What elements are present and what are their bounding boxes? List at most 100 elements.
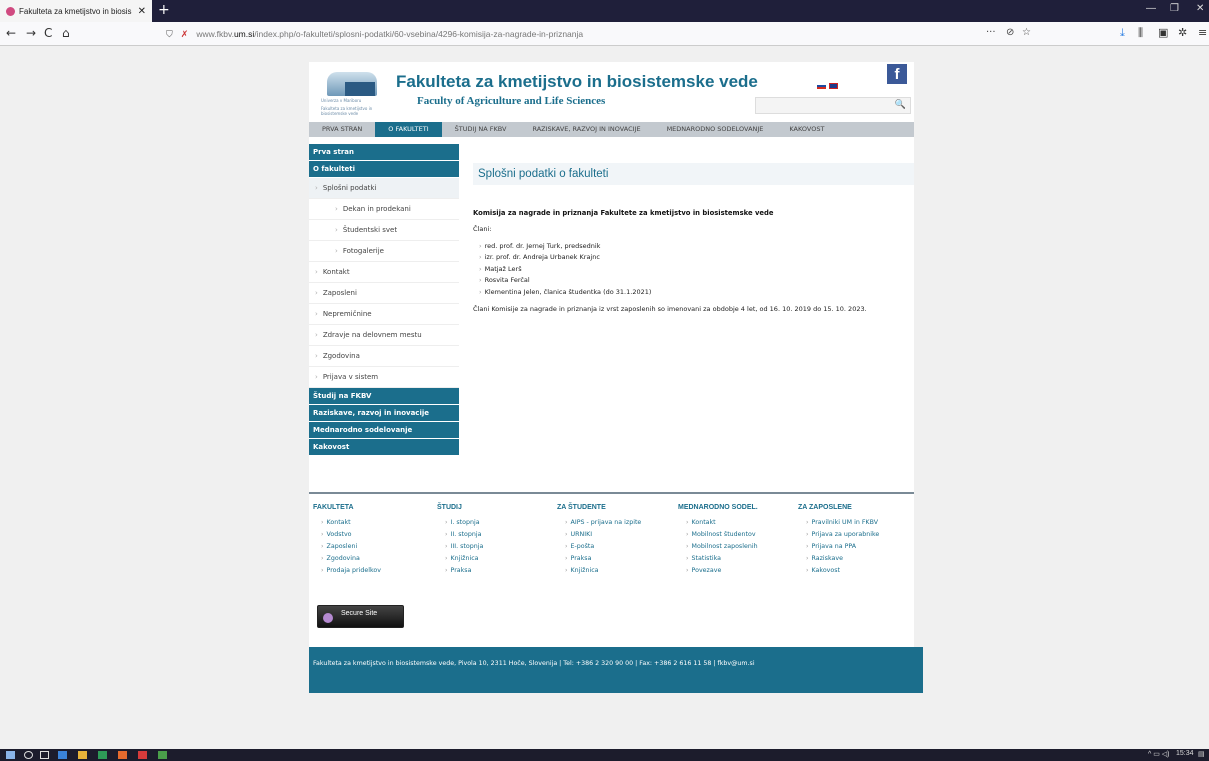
sidebar-item-kontakt[interactable]: › Kontakt	[309, 262, 459, 283]
sidebar-item-zgodovina[interactable]: › Zgodovina	[309, 346, 459, 367]
footer-link[interactable]: › Raziskave	[798, 553, 918, 565]
footer-link[interactable]: › I. stopnja	[437, 517, 557, 529]
search-input[interactable]: 🔍	[755, 97, 911, 114]
footer-link[interactable]: › Kakovost	[798, 565, 918, 577]
sidebar-item-o-fakulteti[interactable]: O fakulteti	[309, 161, 459, 177]
forward-button[interactable]: →	[26, 26, 36, 40]
nav-o-fakulteti[interactable]: O FAKULTETI	[375, 122, 442, 137]
close-window-icon[interactable]: ✕	[1196, 3, 1204, 14]
footer-link[interactable]: › III. stopnja	[437, 541, 557, 553]
home-button[interactable]: ⌂	[62, 26, 70, 40]
pocket-icon[interactable]: ⊘	[1006, 27, 1014, 38]
tab-title: Fakulteta za kmetijstvo in biosis	[19, 6, 132, 16]
bullet-icon: ›	[479, 287, 482, 296]
taskbar-app-icon[interactable]	[158, 751, 167, 759]
task-view-icon[interactable]	[40, 751, 49, 759]
footer-link[interactable]: › Vodstvo	[313, 529, 433, 541]
minimize-icon[interactable]: —	[1146, 3, 1156, 14]
sidebar-item-prva-stran[interactable]: Prva stran	[309, 144, 459, 160]
browser-tab[interactable]: Fakulteta za kmetijstvo in biosis ✕	[0, 0, 152, 22]
footer-link[interactable]: › E-pošta	[557, 541, 677, 553]
site-title[interactable]: Fakulteta za kmetijstvo in biosistemske …	[396, 72, 758, 92]
bookmark-star-icon[interactable]: ☆	[1022, 27, 1031, 38]
sidebar-item-prijava[interactable]: › Prijava v sistem	[309, 367, 459, 388]
sidebar-item-studij[interactable]: Študij na FKBV	[309, 388, 459, 404]
sidebar-item-zaposleni[interactable]: › Zaposleni	[309, 283, 459, 304]
sidebar-item-zdravje[interactable]: › Zdravje na delovnem mestu	[309, 325, 459, 346]
web-page: Univerza v Mariboru Fakulteta za kmetijs…	[309, 62, 914, 692]
sidebar-item-fotogalerije[interactable]: › Fotogalerije	[309, 241, 459, 262]
page-actions-icon[interactable]: ···	[986, 27, 996, 38]
footer-link[interactable]: › URNIKI	[557, 529, 677, 541]
footer-link[interactable]: › Prijava na PPA	[798, 541, 918, 553]
close-tab-icon[interactable]: ✕	[138, 6, 146, 17]
footer-link[interactable]: › Mobilnost študentov	[678, 529, 798, 541]
footer-link[interactable]: › Mobilnost zaposlenih	[678, 541, 798, 553]
nav-studij[interactable]: ŠTUDIJ NA FKBV	[442, 122, 520, 137]
footer-link[interactable]: › Kontakt	[313, 517, 433, 529]
footer-link[interactable]: › Prijava za uporabnike	[798, 529, 918, 541]
footer-divider	[309, 492, 914, 494]
lock-icon[interactable]: ✗	[181, 29, 189, 40]
sidebar-item-splosni[interactable]: › Splošni podatki	[309, 178, 459, 199]
sidebar-item-kakovost[interactable]: Kakovost	[309, 439, 459, 455]
footer-link[interactable]: › Zaposleni	[313, 541, 433, 553]
nav-raziskave[interactable]: RAZISKAVE, RAZVOJ IN INOVACIJE	[519, 122, 653, 137]
footer-link[interactable]: › AIPS - prijava na izpite	[557, 517, 677, 529]
footer-link[interactable]: › Statistika	[678, 553, 798, 565]
members-label: Člani:	[473, 225, 492, 233]
sidebar-item-nepremicnine[interactable]: › Nepremičnine	[309, 304, 459, 325]
footer-link[interactable]: › Knjižnica	[437, 553, 557, 565]
university-logo[interactable]: Univerza v Mariboru Fakulteta za kmetijs…	[317, 68, 385, 118]
url-bar[interactable]: ⛉ ✗ www.fkbv.um.si/index.php/o-fakulteti…	[166, 25, 996, 43]
sidebar-item-label: Kontakt	[322, 268, 350, 276]
sidebar-item-studentski-svet[interactable]: › Študentski svet	[309, 220, 459, 241]
extensions-icon[interactable]: ✲	[1178, 26, 1187, 39]
taskbar-app-icon[interactable]	[98, 751, 107, 759]
footer-link[interactable]: › Kontakt	[678, 517, 798, 529]
footer-col-studij: ŠTUDIJ › I. stopnja › II. stopnja › III. st…	[437, 504, 557, 577]
footer-heading: FAKULTETA	[313, 504, 354, 511]
library-icon[interactable]: ⫼	[1138, 26, 1143, 40]
footer-link[interactable]: › Povezave	[678, 565, 798, 577]
bullet-icon: ›	[565, 567, 568, 574]
taskbar-app-icon[interactable]	[138, 751, 147, 759]
nav-mednarodno[interactable]: MEDNARODNO SODELOVANJE	[654, 122, 777, 137]
reload-button[interactable]: C	[44, 26, 52, 40]
secure-site-badge[interactable]: Secure Site	[317, 605, 404, 628]
footer-link[interactable]: › II. stopnja	[437, 529, 557, 541]
facebook-icon[interactable]: f	[887, 64, 907, 84]
start-icon[interactable]	[6, 751, 15, 759]
footer-link[interactable]: › Praksa	[557, 553, 677, 565]
url-text[interactable]: www.fkbv.um.si/index.php/o-fakulteti/spl…	[196, 29, 583, 39]
nav-prva-stran[interactable]: PRVA STRAN	[309, 122, 375, 137]
sidebar-item-dekan[interactable]: › Dekan in prodekani	[309, 199, 459, 220]
nav-kakovost[interactable]: KAKOVOST	[776, 122, 837, 137]
english-flag-icon[interactable]	[829, 83, 838, 89]
downloads-icon[interactable]: ⤓	[1120, 26, 1125, 40]
shield-icon[interactable]: ⛉	[166, 29, 173, 40]
footer-link[interactable]: › Knjižnica	[557, 565, 677, 577]
slovenian-flag-icon[interactable]	[817, 83, 826, 89]
clock[interactable]: 15:34	[1176, 750, 1194, 757]
bullet-icon: ›	[321, 555, 324, 562]
footer-link[interactable]: › Zgodovina	[313, 553, 433, 565]
footer-link[interactable]: › Praksa	[437, 565, 557, 577]
menu-icon[interactable]: ≡	[1198, 26, 1207, 39]
sidebar-item-raziskave[interactable]: Raziskave, razvoj in inovacije	[309, 405, 459, 421]
footer-link[interactable]: › Prodaja pridelkov	[313, 565, 433, 577]
sidebar-icon[interactable]: ▣	[1158, 26, 1168, 39]
notification-icon[interactable]: ▤	[1198, 750, 1205, 758]
firefox-icon[interactable]	[118, 751, 127, 759]
folder-icon[interactable]	[78, 751, 87, 759]
search-icon[interactable]	[24, 751, 33, 759]
new-tab-button[interactable]: +	[158, 2, 170, 18]
taskbar-app-icon[interactable]	[58, 751, 67, 759]
footer-link[interactable]: › Pravilniki UM in FKBV	[798, 517, 918, 529]
search-icon[interactable]: 🔍	[895, 100, 906, 110]
main-navigation: PRVA STRAN O FAKULTETI ŠTUDIJ NA FKBV RA…	[309, 122, 914, 137]
tray-icons[interactable]: ^ ▭ ◁)	[1148, 750, 1170, 758]
back-button[interactable]: ←	[6, 26, 16, 40]
sidebar-item-mednarodno[interactable]: Mednarodno sodelovanje	[309, 422, 459, 438]
restore-icon[interactable]: ❐	[1170, 3, 1179, 14]
